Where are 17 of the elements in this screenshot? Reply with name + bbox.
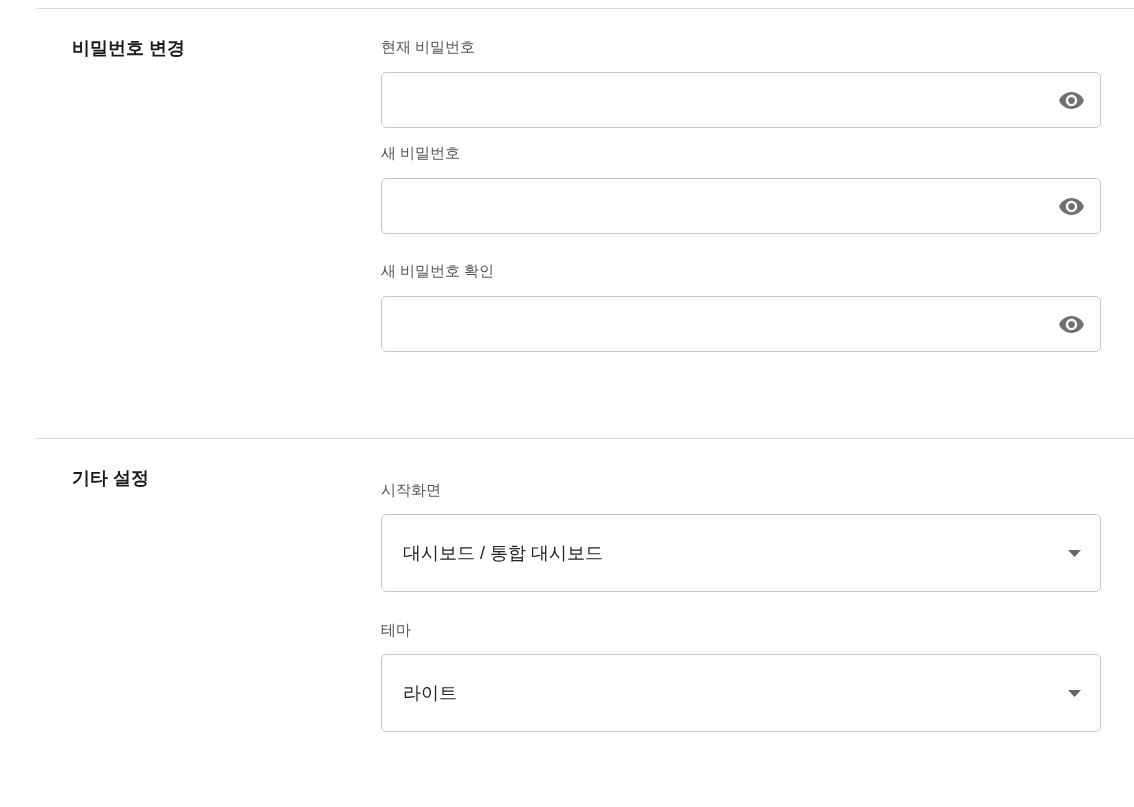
section-title: 비밀번호 변경 [72,37,185,60]
password-field[interactable] [381,296,1101,352]
eye-icon[interactable] [1059,91,1084,109]
caret-down-icon [1068,549,1081,557]
section-title: 기타 설정 [72,467,149,490]
field-label: 테마 [381,620,411,640]
password-field[interactable] [381,178,1101,234]
field-label: 현재 비밀번호 [381,37,476,57]
dropdown-select[interactable]: 대시보드 / 통합 대시보드 [381,514,1101,592]
eye-icon[interactable] [1059,197,1084,215]
field-label: 새 비밀번호 [381,143,461,163]
eye-icon[interactable] [1059,315,1084,333]
field-label: 새 비밀번호 확인 [381,261,495,281]
field-label: 시작화면 [381,480,441,500]
password-field[interactable] [381,72,1101,128]
dropdown-select[interactable]: 라이트 [381,654,1101,732]
caret-down-icon [1068,689,1081,697]
